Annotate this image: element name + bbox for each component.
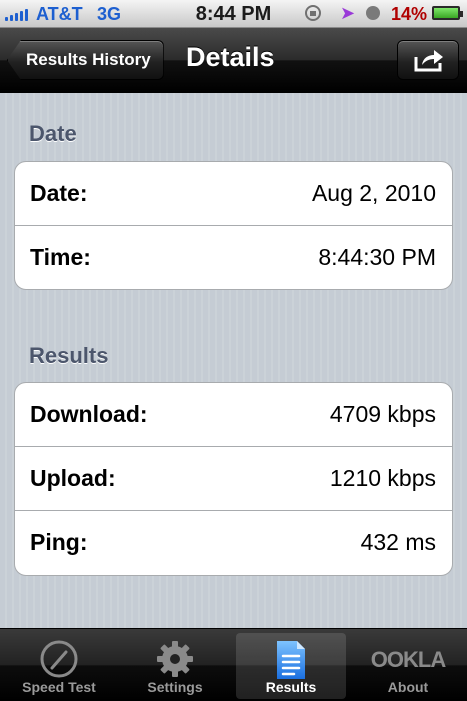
details-content: Date Date: Aug 2, 2010 Time: 8:44:30 PM … — [0, 93, 467, 628]
row-value: 1210 kbps — [329, 465, 436, 491]
tab-about[interactable]: OOKLA About — [353, 633, 463, 699]
download-row: Download: 4709 kbps — [15, 383, 452, 446]
tab-speed-test[interactable]: Speed Test — [4, 633, 114, 699]
location-arrow-icon: ➤ — [340, 3, 356, 23]
ookla-logo: OOKLA — [370, 647, 446, 672]
time-row: Time: 8:44:30 PM — [15, 225, 452, 289]
page-title: Details — [186, 42, 275, 72]
results-group: Download: 4709 kbps Upload: 1210 kbps Pi… — [14, 382, 453, 576]
battery-icon — [432, 6, 463, 20]
date-group: Date: Aug 2, 2010 Time: 8:44:30 PM — [14, 161, 453, 290]
tab-bar: Speed Test Settings Results OOKLA About — [0, 628, 467, 701]
rotation-lock-icon — [305, 5, 321, 21]
row-value: 4709 kbps — [329, 401, 436, 427]
tab-settings[interactable]: Settings — [120, 633, 230, 699]
section-header-results: Results — [29, 343, 109, 368]
tab-label: Settings — [147, 679, 203, 695]
tab-label: Results — [265, 679, 317, 695]
row-label: Time: — [30, 244, 91, 270]
tab-label: About — [387, 679, 429, 695]
upload-row: Upload: 1210 kbps — [15, 446, 452, 510]
battery-percent: 14% — [391, 4, 428, 24]
speedometer-icon — [40, 640, 78, 678]
row-label: Upload: — [30, 465, 116, 491]
ping-row: Ping: 432 ms — [15, 510, 452, 574]
share-icon — [414, 50, 443, 72]
gear-icon — [157, 641, 193, 677]
navigation-bar: Results History Details — [0, 28, 467, 93]
tab-results[interactable]: Results — [236, 633, 346, 699]
row-value: Aug 2, 2010 — [311, 180, 436, 206]
row-label: Ping: — [30, 529, 88, 555]
results-history-back-button[interactable]: Results History — [7, 40, 164, 80]
document-list-icon — [277, 641, 305, 679]
row-value: 8:44:30 PM — [318, 244, 436, 270]
row-label: Download: — [30, 401, 148, 427]
share-button[interactable] — [397, 40, 459, 80]
section-header-date: Date — [29, 121, 77, 146]
row-value: 432 ms — [360, 529, 436, 555]
tab-label: Speed Test — [22, 679, 96, 695]
date-row: Date: Aug 2, 2010 — [15, 162, 452, 225]
status-bar: AT&T 3G 8:44 PM ➤ 14% — [0, 0, 467, 28]
row-label: Date: — [30, 180, 88, 206]
alarm-icon — [366, 6, 380, 20]
